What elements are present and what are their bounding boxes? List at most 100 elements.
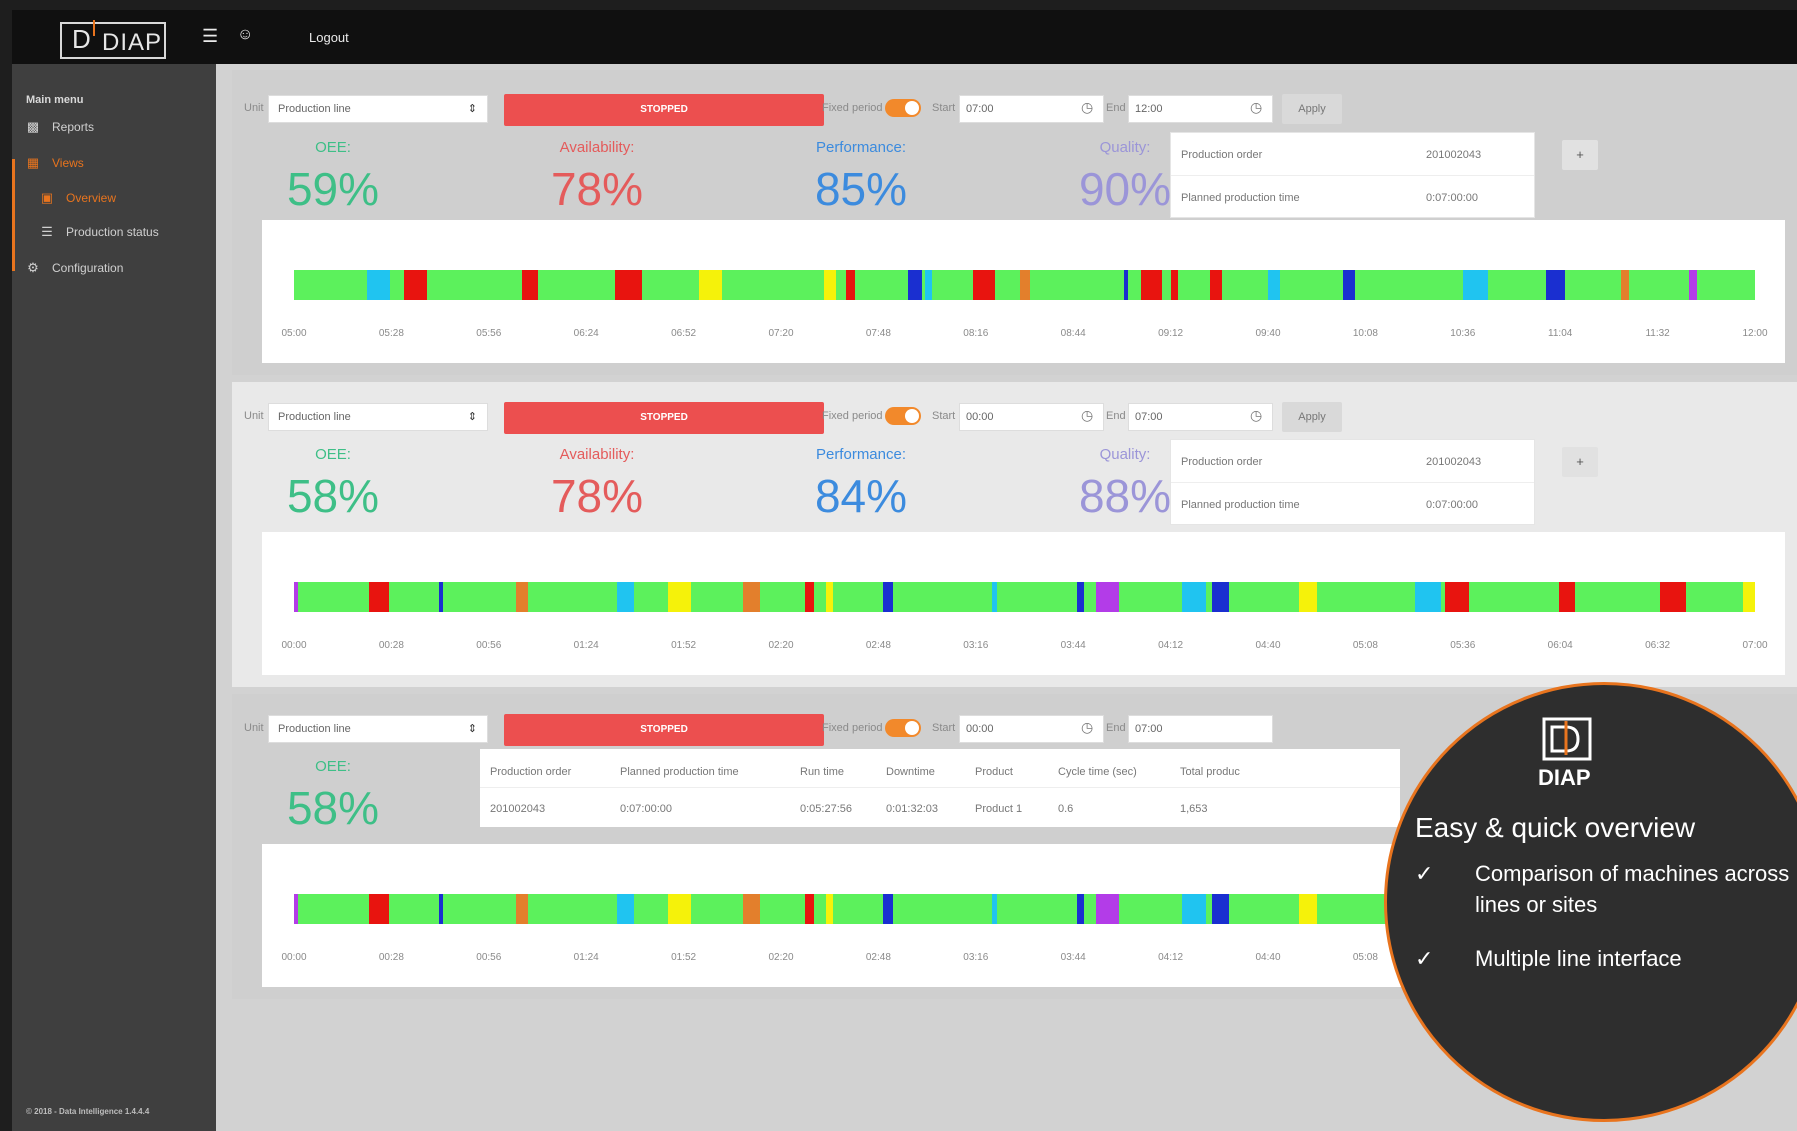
fixed-period-toggle[interactable] (885, 719, 921, 737)
axis-tick-label: 00:56 (476, 640, 502, 651)
fixed-period-label: Fixed period (822, 102, 883, 114)
sidebar-item-configuration[interactable]: ⚙ Configuration (26, 260, 123, 276)
oee-value: 58% (286, 782, 380, 834)
app-logo[interactable]: D DIAP (60, 20, 166, 59)
axis-tick-label: 03:16 (963, 952, 989, 963)
fixed-period-toggle[interactable] (885, 407, 921, 425)
state-segment-stop (521, 270, 538, 300)
info-row: Planned production time 0:07:00:00 (1171, 176, 1534, 218)
state-segment-setup (1211, 894, 1230, 924)
clock-icon[interactable]: ◷ (1081, 719, 1093, 736)
start-label: Start (932, 102, 956, 114)
state-segment-setup (438, 582, 443, 612)
overlay-logo-text: DIAP (1538, 765, 1591, 790)
status-badge: STOPPED (504, 94, 824, 126)
fixed-period-toggle[interactable] (885, 99, 921, 117)
timeline-chart: 00:00 00:28 00:56 01:24 01:52 02:20 02:48 03:16… (262, 532, 1785, 675)
sidebar-item-reports[interactable]: ▩ Reports (26, 119, 94, 135)
clock-icon[interactable]: ◷ (1081, 99, 1093, 116)
unit-label: Unit (244, 102, 264, 114)
sidebar-item-production-status[interactable]: ☰ Production status (40, 224, 159, 240)
state-segment-stop (1660, 582, 1687, 612)
end-time-input[interactable]: 07:00 (1128, 715, 1273, 743)
table-cell: 0:07:00:00 (620, 803, 672, 815)
clock-icon[interactable]: ◷ (1081, 407, 1093, 424)
unit-select[interactable]: Production line ⇕ (268, 403, 488, 431)
state-segment-idle (616, 894, 635, 924)
axis-tick-label: 07:48 (865, 328, 891, 339)
apply-button[interactable]: Apply (1282, 94, 1342, 124)
logo-mark: D (72, 24, 92, 54)
axis-tick-label: 02:20 (768, 952, 794, 963)
state-segment-stop (368, 582, 389, 612)
logo-accent (93, 20, 95, 36)
list-icon: ☰ (41, 224, 53, 239)
toggle-knob (905, 101, 919, 115)
table-cell: 201002043 (490, 803, 546, 815)
axis-tick-label: 05:36 (1450, 640, 1476, 651)
sidebar-active-marker (12, 159, 15, 271)
state-segment-setup (1077, 894, 1085, 924)
axis-tick-label: 08:44 (1060, 328, 1086, 339)
axis-tick-label: 07:00 (1742, 640, 1768, 651)
sidebar-item-views[interactable]: ▦ Views (26, 155, 84, 171)
state-segment-idle (1268, 270, 1281, 300)
state-segment-maint (1020, 270, 1031, 300)
state-segment-stop (368, 894, 389, 924)
toggle-knob (905, 409, 919, 423)
add-button[interactable]: + (1562, 447, 1598, 477)
user-icon[interactable]: ☺ (237, 26, 253, 44)
app-frame: D DIAP ☰ ☺ Logout Main menu ▩ Reports ▦ … (12, 10, 1797, 1131)
axis-tick-label: 06:04 (1547, 640, 1573, 651)
state-segment-warn (1299, 894, 1317, 924)
axis-tick-label: 00:56 (476, 952, 502, 963)
axis-tick-label: 02:48 (865, 952, 891, 963)
unit-label: Unit (244, 722, 264, 734)
axis-tick-label: 05:28 (378, 328, 404, 339)
state-segment-idle (992, 582, 997, 612)
axis-tick-label: 05:00 (281, 328, 307, 339)
unit-select[interactable]: Production line ⇕ (268, 95, 488, 123)
info-row: Production order 201002043 (1171, 133, 1534, 175)
oee-label: OEE: (315, 758, 351, 775)
state-timeline-bar (294, 582, 1755, 612)
top-bar: D DIAP ☰ ☺ Logout (12, 10, 1797, 64)
axis-tick-label: 01:24 (573, 640, 599, 651)
add-button[interactable]: + (1562, 140, 1598, 170)
axis-tick-label: 00:00 (281, 952, 307, 963)
feature-callout: DIAP Easy & quick overview ✓ Comparison … (1384, 682, 1797, 1122)
unit-select[interactable]: Production line ⇕ (268, 715, 488, 743)
timeline-axis: 05:00 05:28 05:56 06:24 06:52 07:20 07:48 08:16… (262, 328, 1785, 342)
axis-tick-label: 01:52 (671, 952, 697, 963)
info-label: Production order (1181, 149, 1263, 161)
info-label: Planned production time (1181, 192, 1300, 204)
sidebar-item-overview[interactable]: ▣ Overview (40, 190, 116, 206)
state-segment-stop (1559, 582, 1576, 612)
state-segment-stop (1141, 270, 1162, 300)
state-segment-warn (1299, 582, 1317, 612)
table-cell: 0:05:27:56 (800, 803, 852, 815)
diap-logo-icon: DIAP (1534, 715, 1604, 795)
end-label: End (1106, 722, 1126, 734)
state-segment-warn (698, 270, 723, 300)
hamburger-icon[interactable]: ☰ (202, 26, 218, 47)
logout-link[interactable]: Logout (309, 30, 349, 45)
state-segment-maint (742, 894, 761, 924)
axis-tick-label: 10:08 (1352, 328, 1378, 339)
clock-icon[interactable]: ◷ (1250, 99, 1262, 116)
state-segment-stop (1210, 270, 1222, 300)
axis-tick-label: 05:08 (1352, 952, 1378, 963)
clock-icon[interactable]: ◷ (1250, 407, 1262, 424)
timeline-axis: 00:00 00:28 00:56 01:24 01:52 02:20 02:48 03:16… (262, 640, 1785, 654)
availability-value: 78% (550, 163, 644, 215)
state-segment-stop (1445, 582, 1469, 612)
axis-tick-label: 09:40 (1255, 328, 1281, 339)
end-label: End (1106, 102, 1126, 114)
axis-tick-label: 06:32 (1645, 640, 1671, 651)
performance-label: Performance: (815, 446, 907, 463)
state-segment-other (1689, 270, 1697, 300)
apply-button[interactable]: Apply (1282, 402, 1342, 432)
unit-label: Unit (244, 410, 264, 422)
axis-tick-label: 03:16 (963, 640, 989, 651)
state-segment-idle (925, 270, 933, 300)
